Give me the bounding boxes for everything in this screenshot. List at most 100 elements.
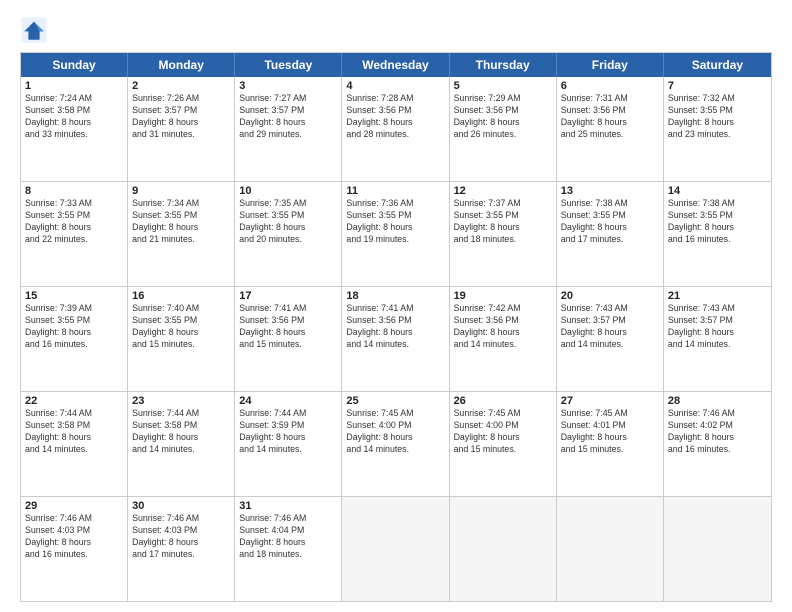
empty-cell [342,497,449,601]
day-cell-28: 28Sunrise: 7:46 AMSunset: 4:02 PMDayligh… [664,392,771,496]
day-info: Sunrise: 7:42 AMSunset: 3:56 PMDaylight:… [454,303,552,351]
day-number: 31 [239,500,337,512]
day-number: 1 [25,80,123,92]
logo-icon [20,16,48,44]
day-info: Sunrise: 7:31 AMSunset: 3:56 PMDaylight:… [561,93,659,141]
weekday-header-tuesday: Tuesday [235,53,342,77]
day-cell-24: 24Sunrise: 7:44 AMSunset: 3:59 PMDayligh… [235,392,342,496]
day-number: 23 [132,395,230,407]
day-info: Sunrise: 7:37 AMSunset: 3:55 PMDaylight:… [454,198,552,246]
day-info: Sunrise: 7:44 AMSunset: 3:59 PMDaylight:… [239,408,337,456]
day-info: Sunrise: 7:38 AMSunset: 3:55 PMDaylight:… [561,198,659,246]
day-info: Sunrise: 7:29 AMSunset: 3:56 PMDaylight:… [454,93,552,141]
calendar: SundayMondayTuesdayWednesdayThursdayFrid… [20,52,772,602]
logo [20,16,52,44]
day-info: Sunrise: 7:36 AMSunset: 3:55 PMDaylight:… [346,198,444,246]
weekday-header-monday: Monday [128,53,235,77]
day-info: Sunrise: 7:45 AMSunset: 4:00 PMDaylight:… [346,408,444,456]
day-number: 29 [25,500,123,512]
day-cell-6: 6Sunrise: 7:31 AMSunset: 3:56 PMDaylight… [557,77,664,181]
day-info: Sunrise: 7:34 AMSunset: 3:55 PMDaylight:… [132,198,230,246]
day-info: Sunrise: 7:46 AMSunset: 4:02 PMDaylight:… [668,408,767,456]
header [20,16,772,44]
day-cell-18: 18Sunrise: 7:41 AMSunset: 3:56 PMDayligh… [342,287,449,391]
day-cell-7: 7Sunrise: 7:32 AMSunset: 3:55 PMDaylight… [664,77,771,181]
day-cell-10: 10Sunrise: 7:35 AMSunset: 3:55 PMDayligh… [235,182,342,286]
day-number: 14 [668,185,767,197]
day-cell-31: 31Sunrise: 7:46 AMSunset: 4:04 PMDayligh… [235,497,342,601]
day-info: Sunrise: 7:33 AMSunset: 3:55 PMDaylight:… [25,198,123,246]
day-number: 17 [239,290,337,302]
day-number: 30 [132,500,230,512]
day-number: 5 [454,80,552,92]
weekday-header-thursday: Thursday [450,53,557,77]
day-cell-26: 26Sunrise: 7:45 AMSunset: 4:00 PMDayligh… [450,392,557,496]
day-info: Sunrise: 7:26 AMSunset: 3:57 PMDaylight:… [132,93,230,141]
calendar-row-2: 15Sunrise: 7:39 AMSunset: 3:55 PMDayligh… [21,286,771,391]
day-number: 3 [239,80,337,92]
day-number: 16 [132,290,230,302]
empty-cell [450,497,557,601]
weekday-header-saturday: Saturday [664,53,771,77]
page: SundayMondayTuesdayWednesdayThursdayFrid… [0,0,792,612]
day-number: 21 [668,290,767,302]
weekday-header-friday: Friday [557,53,664,77]
day-cell-29: 29Sunrise: 7:46 AMSunset: 4:03 PMDayligh… [21,497,128,601]
day-number: 27 [561,395,659,407]
day-number: 12 [454,185,552,197]
day-info: Sunrise: 7:41 AMSunset: 3:56 PMDaylight:… [239,303,337,351]
day-info: Sunrise: 7:32 AMSunset: 3:55 PMDaylight:… [668,93,767,141]
day-cell-13: 13Sunrise: 7:38 AMSunset: 3:55 PMDayligh… [557,182,664,286]
day-info: Sunrise: 7:45 AMSunset: 4:01 PMDaylight:… [561,408,659,456]
day-number: 6 [561,80,659,92]
day-cell-17: 17Sunrise: 7:41 AMSunset: 3:56 PMDayligh… [235,287,342,391]
day-number: 7 [668,80,767,92]
day-info: Sunrise: 7:44 AMSunset: 3:58 PMDaylight:… [25,408,123,456]
day-number: 22 [25,395,123,407]
day-info: Sunrise: 7:27 AMSunset: 3:57 PMDaylight:… [239,93,337,141]
day-info: Sunrise: 7:39 AMSunset: 3:55 PMDaylight:… [25,303,123,351]
day-info: Sunrise: 7:43 AMSunset: 3:57 PMDaylight:… [561,303,659,351]
day-number: 11 [346,185,444,197]
calendar-row-3: 22Sunrise: 7:44 AMSunset: 3:58 PMDayligh… [21,391,771,496]
day-info: Sunrise: 7:40 AMSunset: 3:55 PMDaylight:… [132,303,230,351]
calendar-row-4: 29Sunrise: 7:46 AMSunset: 4:03 PMDayligh… [21,496,771,601]
day-number: 4 [346,80,444,92]
day-number: 26 [454,395,552,407]
calendar-header: SundayMondayTuesdayWednesdayThursdayFrid… [21,53,771,77]
day-cell-4: 4Sunrise: 7:28 AMSunset: 3:56 PMDaylight… [342,77,449,181]
day-cell-12: 12Sunrise: 7:37 AMSunset: 3:55 PMDayligh… [450,182,557,286]
day-number: 28 [668,395,767,407]
empty-cell [664,497,771,601]
calendar-row-1: 8Sunrise: 7:33 AMSunset: 3:55 PMDaylight… [21,181,771,286]
day-cell-30: 30Sunrise: 7:46 AMSunset: 4:03 PMDayligh… [128,497,235,601]
day-number: 15 [25,290,123,302]
calendar-body: 1Sunrise: 7:24 AMSunset: 3:58 PMDaylight… [21,77,771,601]
day-cell-11: 11Sunrise: 7:36 AMSunset: 3:55 PMDayligh… [342,182,449,286]
day-number: 8 [25,185,123,197]
day-info: Sunrise: 7:24 AMSunset: 3:58 PMDaylight:… [25,93,123,141]
empty-cell [557,497,664,601]
day-number: 2 [132,80,230,92]
day-number: 25 [346,395,444,407]
day-number: 18 [346,290,444,302]
day-cell-20: 20Sunrise: 7:43 AMSunset: 3:57 PMDayligh… [557,287,664,391]
weekday-header-wednesday: Wednesday [342,53,449,77]
day-cell-8: 8Sunrise: 7:33 AMSunset: 3:55 PMDaylight… [21,182,128,286]
calendar-row-0: 1Sunrise: 7:24 AMSunset: 3:58 PMDaylight… [21,77,771,181]
day-cell-25: 25Sunrise: 7:45 AMSunset: 4:00 PMDayligh… [342,392,449,496]
day-cell-1: 1Sunrise: 7:24 AMSunset: 3:58 PMDaylight… [21,77,128,181]
day-cell-3: 3Sunrise: 7:27 AMSunset: 3:57 PMDaylight… [235,77,342,181]
day-cell-22: 22Sunrise: 7:44 AMSunset: 3:58 PMDayligh… [21,392,128,496]
day-info: Sunrise: 7:46 AMSunset: 4:03 PMDaylight:… [25,513,123,561]
day-info: Sunrise: 7:45 AMSunset: 4:00 PMDaylight:… [454,408,552,456]
day-info: Sunrise: 7:41 AMSunset: 3:56 PMDaylight:… [346,303,444,351]
day-number: 10 [239,185,337,197]
day-cell-27: 27Sunrise: 7:45 AMSunset: 4:01 PMDayligh… [557,392,664,496]
day-info: Sunrise: 7:43 AMSunset: 3:57 PMDaylight:… [668,303,767,351]
day-number: 20 [561,290,659,302]
day-cell-2: 2Sunrise: 7:26 AMSunset: 3:57 PMDaylight… [128,77,235,181]
day-number: 13 [561,185,659,197]
day-cell-9: 9Sunrise: 7:34 AMSunset: 3:55 PMDaylight… [128,182,235,286]
day-info: Sunrise: 7:38 AMSunset: 3:55 PMDaylight:… [668,198,767,246]
